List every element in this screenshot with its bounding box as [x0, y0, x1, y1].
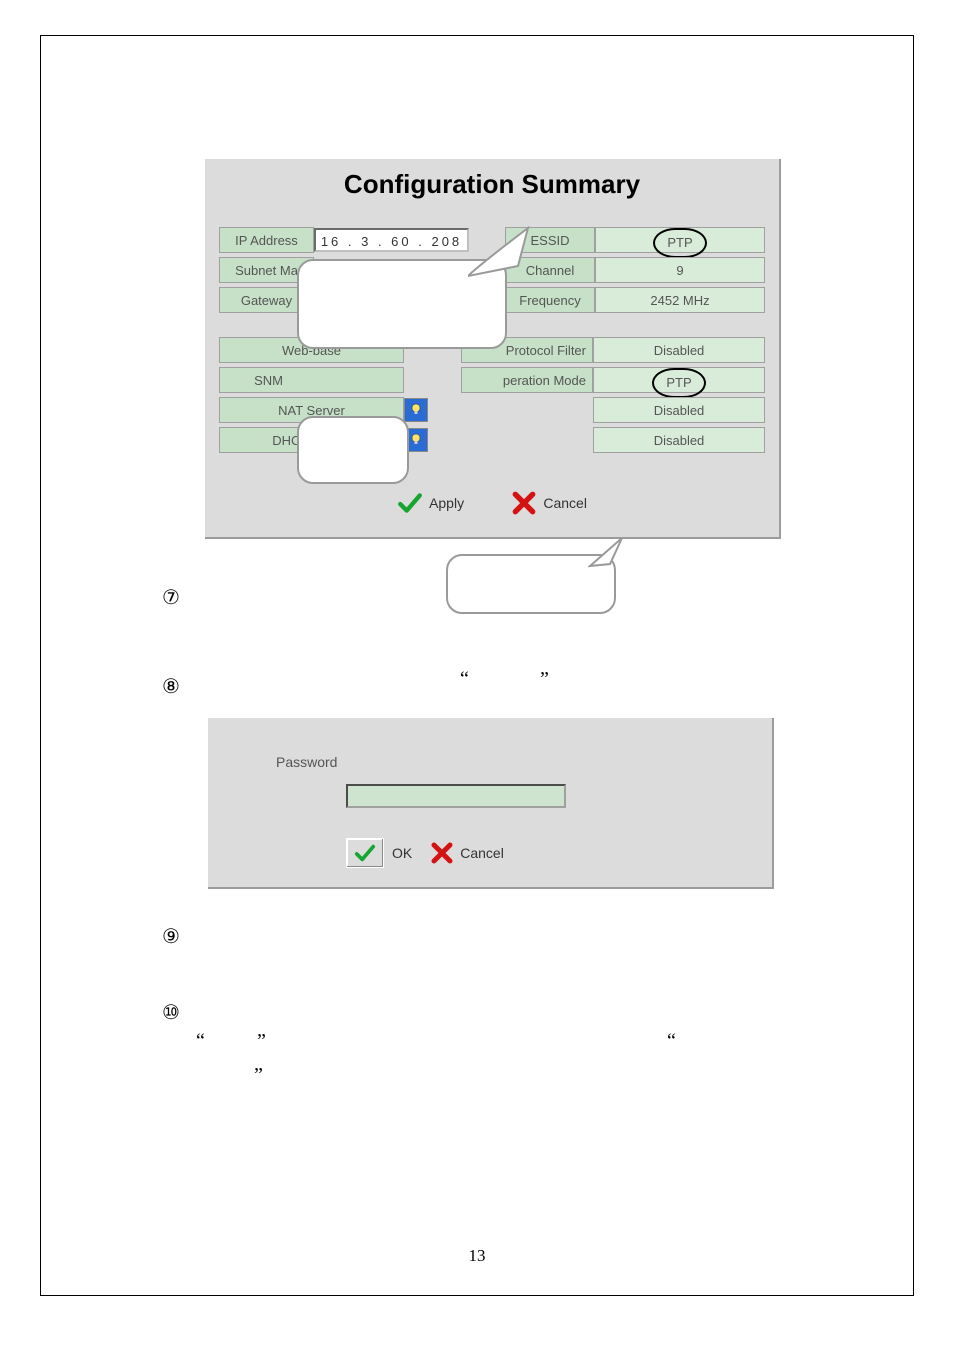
snmp-label: SNM [219, 367, 404, 393]
open-quote: “ [667, 1030, 676, 1053]
close-quote: ” [254, 1064, 263, 1087]
nat-server-value: Disabled [593, 397, 765, 423]
operation-mode-value: PTP [593, 367, 765, 393]
page-number: 13 [0, 1246, 954, 1266]
operation-mode-value-circle: PTP [652, 368, 705, 398]
frequency-value: 2452 MHz [595, 287, 765, 313]
page-title: Configuration Summary [203, 169, 781, 200]
document-page: 13 Configuration Summary IP Address 16 .… [0, 0, 954, 1351]
channel-value: 9 [595, 257, 765, 283]
ok-button[interactable] [346, 838, 384, 868]
ip-address-label: IP Address [219, 227, 314, 253]
check-icon [397, 490, 423, 516]
step-10-marker: ⑩ [162, 1000, 180, 1025]
open-quote: “ [460, 668, 469, 691]
frequency-label: Frequency [505, 287, 595, 313]
password-input[interactable] [346, 784, 566, 808]
essid-value: PTP [595, 227, 765, 253]
callout-tail-icon [588, 536, 628, 570]
apply-button[interactable]: Apply [397, 490, 464, 516]
essid-value-circle: PTP [653, 228, 706, 258]
step-7-marker: ⑦ [162, 585, 180, 610]
x-icon [430, 841, 454, 865]
password-dialog: Password OK Cancel [205, 715, 775, 890]
operation-mode-label: peration Mode [461, 367, 593, 393]
password-label: Password [276, 754, 337, 770]
cancel-button[interactable]: Cancel [460, 845, 504, 861]
apply-label: Apply [429, 495, 464, 511]
protocol-filter-value: Disabled [593, 337, 765, 363]
step-9-marker: ⑨ [162, 924, 180, 949]
check-icon [354, 842, 376, 864]
close-quote: ” [257, 1030, 266, 1053]
ok-label: OK [392, 845, 412, 861]
x-icon [511, 490, 537, 516]
callout-tail-icon [468, 226, 538, 286]
lightbulb-icon[interactable] [404, 398, 428, 422]
dhcp-server-value: Disabled [593, 427, 765, 453]
callout-bubble [297, 416, 409, 484]
cancel-button[interactable]: Cancel [511, 490, 587, 516]
ip-address-input[interactable]: 16 . 3 . 60 . 208 [314, 228, 469, 252]
cancel-label: Cancel [543, 495, 587, 511]
open-quote: “ [196, 1030, 205, 1053]
step-8-marker: ⑧ [162, 674, 180, 699]
close-quote: ” [540, 668, 549, 691]
